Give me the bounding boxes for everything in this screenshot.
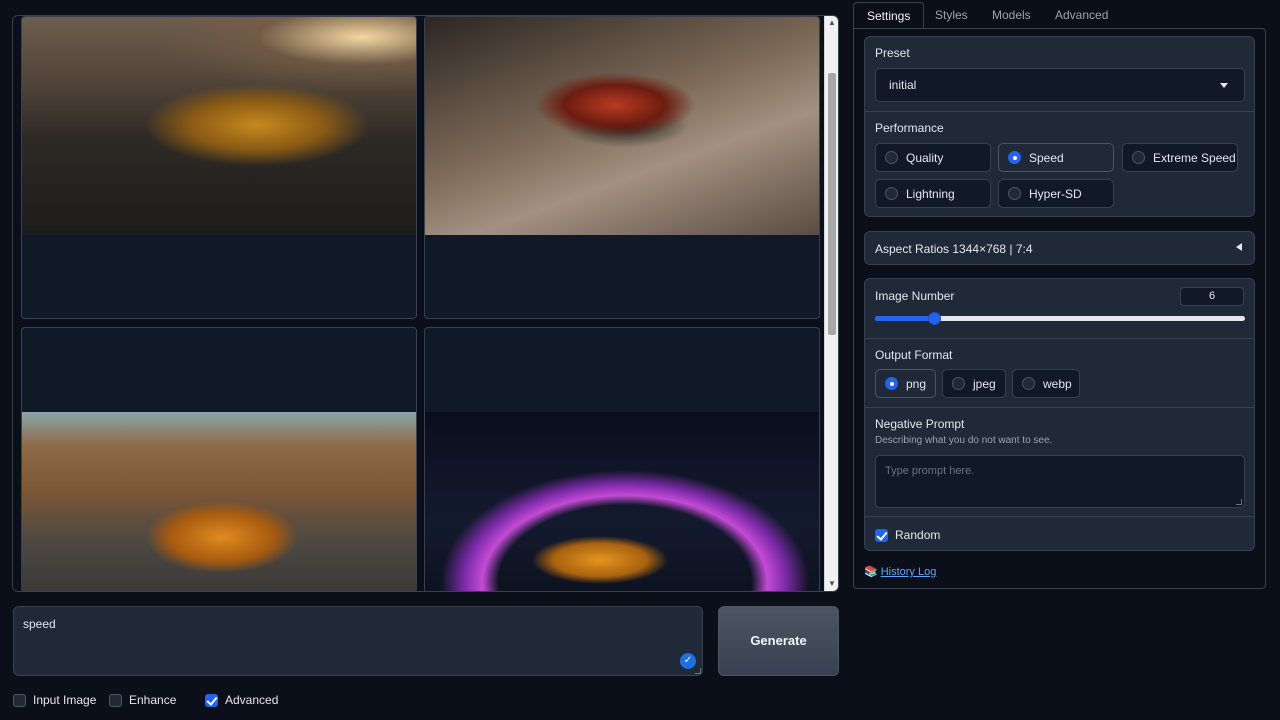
performance-speed-radio[interactable]: Speed <box>998 143 1114 172</box>
radio-label: Hyper-SD <box>1029 186 1082 201</box>
tab-settings[interactable]: Settings <box>853 2 925 29</box>
settings-panel: Preset initial Performance Quality Speed… <box>853 28 1266 589</box>
scroll-up-arrow-icon[interactable]: ▲ <box>825 16 838 30</box>
output-format-png-radio[interactable]: png <box>875 369 936 398</box>
input-image-checkbox[interactable]: Input Image <box>13 690 96 710</box>
image-number-slider[interactable] <box>875 312 1245 325</box>
negative-prompt-hint: Describing what you do not want to see. <box>875 435 1053 446</box>
negative-prompt-label: Negative Prompt <box>875 417 965 431</box>
advanced-checkbox[interactable]: Advanced <box>205 690 278 710</box>
radio-selected-icon[interactable] <box>1008 151 1021 164</box>
settings-tabs: Settings Styles Models Advanced <box>853 2 1266 30</box>
tab-advanced[interactable]: Advanced <box>1042 2 1121 29</box>
radio-unselected-icon[interactable] <box>1022 377 1035 390</box>
prompt-text: speed <box>23 617 56 631</box>
history-log-label[interactable]: History Log <box>881 566 937 578</box>
performance-lightning-radio[interactable]: Lightning <box>875 179 991 208</box>
enhance-checkbox[interactable]: Enhance <box>109 690 176 710</box>
checkbox-checked-icon[interactable] <box>205 693 218 707</box>
scroll-down-arrow-icon[interactable]: ▼ <box>825 577 838 591</box>
gallery-tile-4[interactable] <box>424 327 820 591</box>
radio-label: jpeg <box>973 376 996 391</box>
radio-label: Extreme Speed <box>1153 150 1236 165</box>
output-format-label: Output Format <box>875 348 953 362</box>
preset-performance-block: Preset initial Performance Quality Speed… <box>864 36 1255 217</box>
generated-image-gold-hypercar[interactable] <box>22 17 416 235</box>
enhance-label: Enhance <box>129 693 177 707</box>
slider-handle[interactable] <box>928 312 942 325</box>
tab-models[interactable]: Models <box>979 2 1044 29</box>
resize-grip-icon[interactable] <box>1236 499 1242 505</box>
generated-image-orange-sportscar[interactable] <box>22 412 416 591</box>
preset-dropdown[interactable]: initial <box>875 68 1245 102</box>
image-gallery[interactable]: ▲ ▼ <box>12 15 839 592</box>
checkbox-checked-icon[interactable] <box>875 528 888 542</box>
random-checkbox[interactable]: Random <box>875 525 940 545</box>
output-format-webp-radio[interactable]: webp <box>1012 369 1080 398</box>
image-number-label: Image Number <box>875 289 955 303</box>
chevron-down-icon <box>1220 83 1228 88</box>
random-label: Random <box>895 528 941 542</box>
performance-quality-radio[interactable]: Quality <box>875 143 991 172</box>
aspect-ratios-accordion[interactable]: Aspect Ratios 1344×768 | 7:4 <box>864 231 1255 265</box>
radio-unselected-icon[interactable] <box>952 377 965 390</box>
history-log-link[interactable]: 📚 History Log <box>864 565 936 578</box>
gallery-tile-2[interactable] <box>424 16 820 319</box>
gallery-scrollbar[interactable]: ▲ ▼ <box>824 16 838 591</box>
radio-label: webp <box>1043 376 1072 391</box>
advanced-label: Advanced <box>225 693 279 707</box>
radio-selected-icon[interactable] <box>885 377 898 390</box>
divider <box>865 407 1254 408</box>
radio-label: Lightning <box>906 186 955 201</box>
input-image-label: Input Image <box>33 693 97 707</box>
radio-label: Quality <box>906 150 944 165</box>
performance-label: Performance <box>875 121 944 135</box>
radio-label: Speed <box>1029 150 1064 165</box>
scrollbar-thumb[interactable] <box>828 73 836 335</box>
books-icon: 📚 <box>864 566 878 578</box>
collapse-arrow-icon[interactable] <box>1236 243 1242 251</box>
checkbox-unchecked-icon[interactable] <box>13 693 26 707</box>
divider <box>865 111 1254 112</box>
output-format-jpeg-radio[interactable]: jpeg <box>942 369 1006 398</box>
generated-image-red-buggy[interactable] <box>425 17 819 235</box>
performance-hyper-sd-radio[interactable]: Hyper-SD <box>998 179 1114 208</box>
negative-prompt-input[interactable]: Type prompt here. <box>875 455 1245 508</box>
preset-label: Preset <box>875 46 910 60</box>
prompt-check-icon: ✓ <box>680 653 696 669</box>
tab-styles[interactable]: Styles <box>922 2 981 29</box>
performance-extreme-speed-radio[interactable]: Extreme Speed <box>1122 143 1238 172</box>
aspect-ratios-label: Aspect Ratios 1344×768 | 7:4 <box>875 242 1033 256</box>
preset-value: initial <box>889 78 917 92</box>
negative-prompt-placeholder: Type prompt here. <box>885 465 975 477</box>
checkbox-unchecked-icon[interactable] <box>109 693 122 707</box>
divider <box>865 516 1254 517</box>
gallery-tile-3[interactable] <box>21 327 417 591</box>
image-number-input[interactable]: 6 <box>1180 287 1244 306</box>
divider <box>865 338 1254 339</box>
generate-button[interactable]: Generate <box>718 606 839 676</box>
radio-unselected-icon[interactable] <box>885 151 898 164</box>
prompt-input[interactable]: speed ✓ <box>13 606 703 676</box>
radio-label: png <box>906 376 927 391</box>
gallery-tile-1[interactable] <box>21 16 417 319</box>
resize-grip-icon[interactable] <box>695 668 701 674</box>
radio-unselected-icon[interactable] <box>1008 187 1021 200</box>
generated-image-neon-swirl-car[interactable] <box>425 412 819 591</box>
radio-unselected-icon[interactable] <box>885 187 898 200</box>
generation-options-block: Image Number 6 Output Format png jpeg we… <box>864 278 1255 551</box>
slider-fill <box>875 316 935 321</box>
radio-unselected-icon[interactable] <box>1132 151 1145 164</box>
